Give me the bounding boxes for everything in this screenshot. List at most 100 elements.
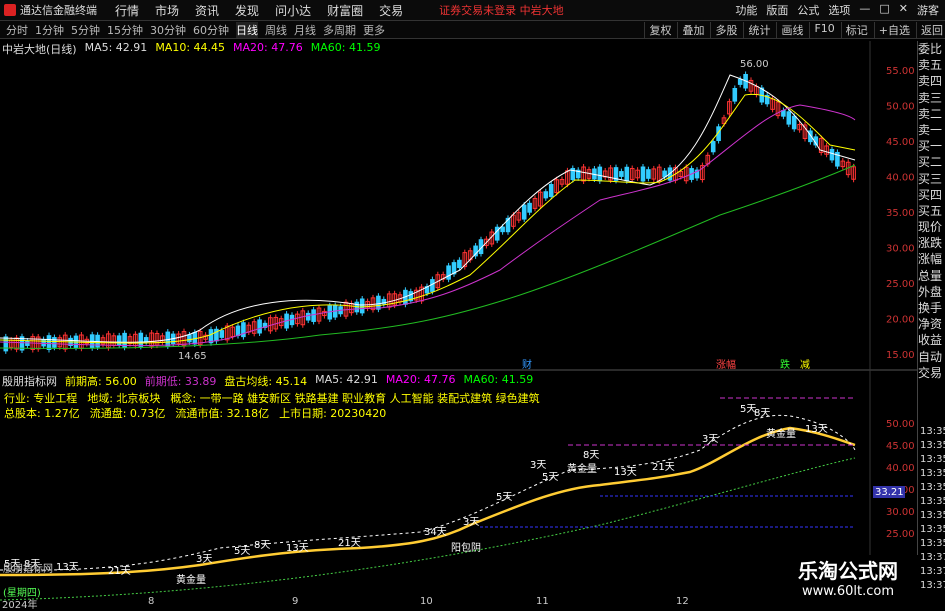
prev-low: 前期低: 33.89 <box>144 375 217 388</box>
watermark-title: 乐淘公式网 <box>798 559 898 583</box>
ma10-line <box>0 93 856 344</box>
date-tick: 12 <box>676 596 689 607</box>
sidebar-item[interactable]: 涨跌 <box>918 235 945 251</box>
sidebar-item[interactable]: 买二 <box>918 154 945 170</box>
indicator-label: 21天 <box>108 566 131 577</box>
stock-profile-row2: 总股本: 1.27亿 流通盘: 0.73亿 流通市值: 32.18亿 上市日期:… <box>4 405 386 421</box>
sidebar-item[interactable]: 买五 <box>918 203 945 219</box>
industry: 行业: 专业工程 <box>4 392 78 405</box>
indicator-label: 13天 <box>56 562 79 573</box>
price-tick: 55.00 <box>886 66 915 77</box>
market-cap: 流通市值: 32.18亿 <box>175 407 270 420</box>
float-shares: 流通盘: 0.73亿 <box>89 407 166 420</box>
price-tick: 40.00 <box>886 173 915 184</box>
indicator-label: 3天 <box>702 434 718 445</box>
price-tick: 45.00 <box>886 137 915 148</box>
date-tick: 9 <box>292 596 299 607</box>
marker-die[interactable]: 跌 <box>780 358 790 371</box>
price-tag: 33.21 <box>875 487 904 498</box>
price-tick: 30.00 <box>886 244 915 255</box>
ipo-date: 上市日期: 20230420 <box>279 407 387 420</box>
watermark: 乐淘公式网 www.60lt.com <box>778 555 918 609</box>
sidebar-item[interactable]: 总量 <box>918 268 945 284</box>
price-axis: 55.00 50.00 45.00 40.00 35.00 30.00 25.00 20.00… <box>886 66 915 361</box>
indicator-label: 8天 <box>754 408 770 419</box>
indicator-name: 殷朋指标网 <box>2 375 57 388</box>
marker-cai[interactable]: 财 <box>522 358 532 371</box>
ma60-line <box>0 164 856 349</box>
sidebar-item[interactable]: 买三 <box>918 171 945 187</box>
marker-jian[interactable]: 减 <box>800 359 810 371</box>
sidebar-item[interactable]: 收益 <box>918 332 945 348</box>
stock-profile-row1: 行业: 专业工程 地域: 北京板块 概念: 一带一路 雄安新区 铁路基建 职业教… <box>4 390 540 406</box>
price-tick: 25.00 <box>886 279 915 290</box>
indicator-tick: 50.00 <box>886 419 915 430</box>
indicator-label: 黄金量 <box>176 573 206 586</box>
sidebar-item[interactable]: 现价 <box>918 219 945 235</box>
price-tick: 15.00 <box>886 350 915 361</box>
indicator-main-line <box>0 426 856 577</box>
indicator-header: 殷朋指标网 前期高: 56.00 前期低: 33.89 盘古均线: 45.14 … <box>2 373 533 389</box>
sidebar-item[interactable]: 交易 <box>918 365 945 381</box>
sidebar-item[interactable]: 自动 <box>918 349 945 365</box>
indicator-label: 8天 <box>583 450 599 461</box>
ma5-line <box>0 74 856 343</box>
indicator-label: 5天 <box>234 546 250 557</box>
price-tick: 50.00 <box>886 102 915 113</box>
region: 地域: 北京板块 <box>87 392 161 405</box>
indicator-label: 黄金量 <box>766 427 796 440</box>
indicator-label: 3天 <box>530 460 546 471</box>
concepts: 概念: 一带一路 雄安新区 铁路基建 职业教育 人工智能 装配式建筑 绿色建筑 <box>170 392 540 405</box>
sidebar-item[interactable]: 外盘 <box>918 284 945 300</box>
indicator-label: 13天 <box>805 424 828 435</box>
ma20-value-2: MA20: 47.76 <box>385 373 456 386</box>
sidebar-item[interactable]: 换手 <box>918 300 945 316</box>
date-tick: 8 <box>148 596 155 607</box>
sidebar-item[interactable]: 卖三 <box>918 90 945 106</box>
indicator-label: 5天 <box>496 492 512 503</box>
indicator-upper-line <box>0 414 856 571</box>
chart-canvas[interactable]: 55.00 50.00 45.00 40.00 35.00 30.00 25.00 20.00… <box>0 0 945 609</box>
indicator-label: 21天 <box>652 462 675 473</box>
bottom-label: 殷朋指标网 <box>3 564 53 575</box>
total-shares: 总股本: 1.27亿 <box>4 407 80 420</box>
quote-sidebar: 委比 卖五 卖四 卖三 卖二 卖一 买一 买二 买三 买四 买五 现价 涨跌 涨幅 总量 外盘 换手 净资 收益 自动… <box>917 41 945 609</box>
indicator-label: 21天 <box>338 538 361 549</box>
indicator-label: 阳包阴 <box>451 541 481 554</box>
indicator-tick: 40.00 <box>886 463 915 474</box>
sidebar-item[interactable]: 净资 <box>918 316 945 332</box>
price-tick: 20.00 <box>886 315 915 326</box>
indicator-label: 13天 <box>286 543 309 554</box>
indicator-label: 3天 <box>463 517 479 528</box>
sidebar-item[interactable]: 委比 <box>918 41 945 57</box>
ma60-value-2: MA60: 41.59 <box>463 373 534 386</box>
indicator-label: 黄金量 <box>567 462 597 475</box>
sidebar-item[interactable]: 卖四 <box>918 73 945 89</box>
indicator-tick: 30.00 <box>886 507 915 518</box>
date-tick: 10 <box>420 596 433 607</box>
indicator-label: 3天 <box>196 554 212 565</box>
sidebar-item[interactable]: 卖一 <box>918 122 945 138</box>
marker-zhangfu[interactable]: 涨幅 <box>716 358 736 371</box>
price-tick: 35.00 <box>886 208 915 219</box>
sidebar-item[interactable]: 涨幅 <box>918 251 945 267</box>
high-mark: 56.00 <box>740 59 769 70</box>
date-tick: 11 <box>536 596 549 607</box>
indicator-label: 34天 <box>424 527 447 538</box>
indicator-tick: 45.00 <box>886 441 915 452</box>
indicator-tick: 25.00 <box>886 529 915 540</box>
sidebar-item[interactable]: 卖二 <box>918 106 945 122</box>
ma20-line <box>0 104 856 347</box>
pangu-ma: 盘古均线: 45.14 <box>224 375 308 388</box>
sidebar-item[interactable]: 买一 <box>918 138 945 154</box>
watermark-url: www.60lt.com <box>802 584 894 599</box>
low-mark: 14.65 <box>178 351 207 362</box>
indicator-label: 5天 <box>542 472 558 483</box>
prev-high: 前期高: 56.00 <box>65 375 137 388</box>
indicator-labels: 5天 8天 13天 21天3天5天8天 13天 21天34天黄金量阳包阴3天5天3天5天黄… <box>4 404 828 586</box>
indicator-label: 8天 <box>254 540 270 551</box>
ma5-value-2: MA5: 42.91 <box>315 373 378 386</box>
sidebar-item[interactable]: 买四 <box>918 187 945 203</box>
indicator-label: 13天 <box>614 467 637 478</box>
sidebar-item[interactable]: 卖五 <box>918 57 945 73</box>
